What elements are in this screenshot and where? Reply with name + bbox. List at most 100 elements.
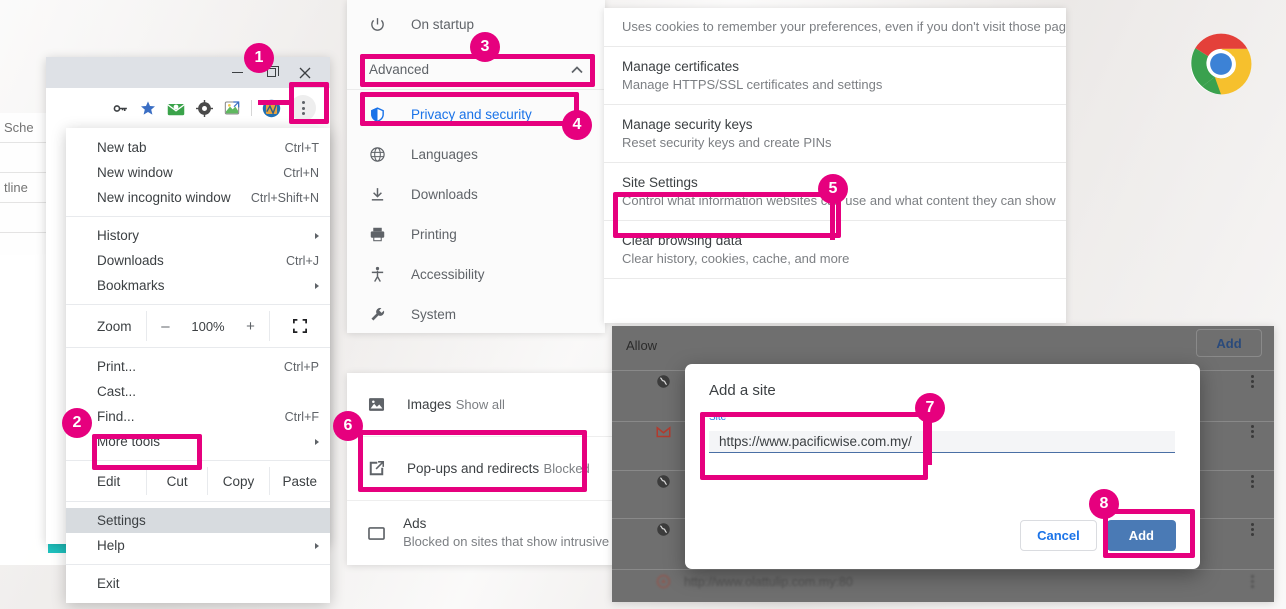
kebab-menu-icon[interactable] (290, 95, 316, 121)
site-setting-row-popups-and-redirects[interactable]: Pop-ups and redirects Blocked (347, 437, 614, 501)
menu-divider (66, 216, 330, 217)
menu-item-label: Settings (97, 513, 146, 528)
zoom-value: 100% (191, 318, 225, 334)
menu-item-label: New tab (97, 140, 147, 155)
image-extension-icon[interactable] (219, 95, 245, 121)
sidebar-item-label: Languages (411, 146, 478, 162)
mail-extension-icon[interactable] (163, 95, 189, 121)
chevron-right-icon (315, 438, 319, 445)
profile-avatar-icon[interactable] (258, 95, 284, 121)
settings-row-title: Manage security keys (622, 117, 753, 132)
copy-button[interactable]: Copy (207, 467, 268, 495)
menu-item-exit[interactable]: Exit (66, 571, 330, 596)
menu-item-accelerator: Ctrl+P (283, 359, 319, 374)
paste-button[interactable]: Paste (268, 467, 330, 495)
edit-label: Edit (97, 473, 121, 489)
settings-row-preload[interactable]: Uses cookies to remember your preference… (604, 8, 1066, 47)
settings-row-subtitle: Clear history, cookies, cache, and more (622, 251, 850, 266)
annotation-badge-2: 2 (62, 408, 92, 438)
annotation-connector-7 (927, 415, 932, 465)
sidebar-item-label: Printing (411, 226, 457, 242)
sidebar-item-label: System (411, 306, 457, 322)
chrome-browser-window: New tab Ctrl+T New window Ctrl+N New inc… (46, 57, 330, 603)
allow-site-url: http://www.olattulip.com.my:80 (684, 574, 853, 589)
row-kebab-icon[interactable] (1251, 425, 1254, 438)
allow-add-button[interactable]: Add (1196, 329, 1262, 357)
site-setting-row-images[interactable]: Images Show all (347, 373, 614, 437)
menu-item-new-window[interactable]: New window Ctrl+N (66, 160, 330, 185)
power-icon (369, 16, 399, 33)
menu-item-history[interactable]: History (66, 223, 330, 248)
menu-item-print[interactable]: Print... Ctrl+P (66, 354, 330, 379)
key-icon[interactable] (107, 95, 133, 121)
menu-item-new-tab[interactable]: New tab Ctrl+T (66, 135, 330, 160)
row-kebab-icon[interactable] (1251, 375, 1254, 388)
toolbar-divider (251, 100, 252, 116)
settings-row-manage-certificates[interactable]: Manage certificates Manage HTTPS/SSL cer… (604, 47, 1066, 105)
menu-item-label: New incognito window (97, 190, 231, 205)
allow-site-row[interactable]: http://www.olattulip.com.my:80 (656, 574, 1266, 589)
sidebar-item-languages[interactable]: Languages (347, 134, 605, 174)
menu-item-new-incognito-window[interactable]: New incognito window Ctrl+Shift+N (66, 185, 330, 210)
sidebar-item-label: Downloads (411, 186, 478, 202)
menu-divider (66, 564, 330, 565)
settings-row-subtitle: Manage HTTPS/SSL certificates and settin… (622, 77, 883, 92)
menu-item-label: More tools (97, 434, 161, 449)
site-input[interactable] (709, 431, 1175, 453)
cancel-button[interactable]: Cancel (1020, 520, 1097, 551)
shield-icon (369, 106, 399, 123)
menu-item-more-tools[interactable]: More tools (66, 429, 330, 454)
settings-row-clear-browsing-data[interactable]: Clear browsing data Clear history, cooki… (604, 221, 1066, 279)
gmail-favicon (656, 425, 684, 438)
menu-item-accelerator: Ctrl+J (286, 253, 319, 268)
star-icon[interactable] (135, 95, 161, 121)
row-kebab-icon[interactable] (1251, 475, 1254, 488)
sidebar-item-printing[interactable]: Printing (347, 214, 605, 254)
sidebar-advanced-label: Advanced (369, 62, 430, 77)
settings-row-subtitle: Reset security keys and create PINs (622, 135, 832, 150)
menu-item-accelerator: Ctrl+F (284, 409, 319, 424)
menu-item-cast[interactable]: Cast... (66, 379, 330, 404)
sidebar-item-downloads[interactable]: Downloads (347, 174, 605, 214)
wrench-icon (369, 306, 399, 323)
sidebar-item-label: Accessibility (411, 266, 485, 282)
menu-item-label: Find... (97, 409, 135, 424)
globe-icon (369, 146, 399, 163)
cut-button[interactable]: Cut (146, 467, 207, 495)
menu-edit-row: Edit Cut Copy Paste (66, 467, 330, 495)
zoom-in-button[interactable]: + (240, 318, 262, 335)
menu-item-find[interactable]: Find... Ctrl+F (66, 404, 330, 429)
dialog-title: Add a site (709, 382, 776, 399)
add-button[interactable]: Add (1106, 520, 1176, 551)
menu-divider (66, 460, 330, 461)
menu-item-label: Exit (97, 576, 120, 591)
settings-row-manage-security-keys[interactable]: Manage security keys Reset security keys… (604, 105, 1066, 163)
globe-favicon (656, 374, 684, 389)
menu-item-settings[interactable]: Settings (66, 508, 330, 533)
sidebar-item-accessibility[interactable]: Accessibility (347, 254, 605, 294)
close-icon[interactable] (290, 57, 320, 88)
globe-favicon (656, 474, 684, 489)
menu-item-label: Print... (97, 359, 137, 374)
menu-item-accelerator: Ctrl+Shift+N (250, 190, 319, 205)
sidebar-item-label: Privacy and security (411, 106, 532, 122)
row-kebab-icon[interactable] (1251, 575, 1254, 588)
sidebar-item-label: On startup (411, 16, 475, 32)
kebab-dot (301, 101, 305, 105)
zoom-out-button[interactable]: – (154, 318, 176, 335)
menu-item-help[interactable]: Help (66, 533, 330, 558)
fullscreen-icon[interactable] (270, 319, 330, 333)
kebab-dot (301, 106, 305, 110)
chrome-main-menu: New tab Ctrl+T New window Ctrl+N New inc… (66, 128, 330, 603)
row-kebab-icon[interactable] (1251, 523, 1254, 536)
globe-favicon (656, 522, 684, 537)
menu-item-bookmarks[interactable]: Bookmarks (66, 273, 330, 298)
printer-icon (369, 226, 399, 243)
site-setting-title: Ads (403, 516, 427, 531)
site-setting-row-ads[interactable]: Ads Blocked on sites that show intrusive (347, 501, 614, 565)
menu-item-downloads[interactable]: Downloads Ctrl+J (66, 248, 330, 273)
chevron-right-icon (315, 282, 319, 289)
gear-extension-icon[interactable] (191, 95, 217, 121)
sidebar-item-system[interactable]: System (347, 294, 605, 334)
menu-item-accelerator: Ctrl+N (283, 165, 319, 180)
